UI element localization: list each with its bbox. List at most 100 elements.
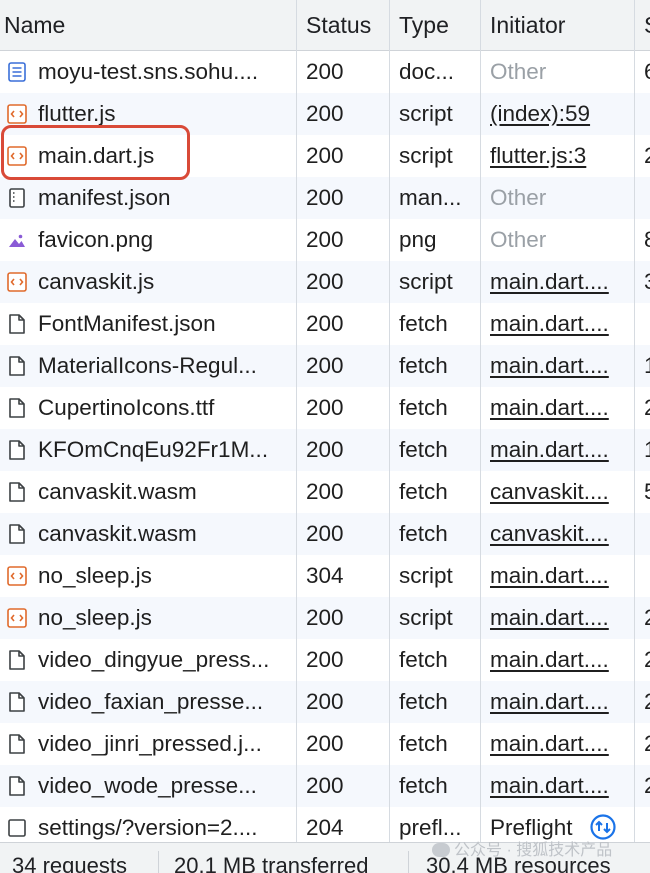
request-type: fetch	[399, 773, 448, 798]
request-name: manifest.json	[38, 185, 171, 210]
request-initiator[interactable]: main.dart....	[490, 681, 624, 723]
table-row[interactable]: video_wode_presse... 200 fetch main.dart...…	[0, 765, 650, 807]
table-row[interactable]: favicon.png 200 png Other 8	[0, 219, 650, 261]
request-status: 200	[306, 101, 344, 126]
highlight-box	[1, 125, 190, 180]
request-type: fetch	[399, 395, 448, 420]
request-size	[644, 177, 650, 219]
request-status: 200	[306, 59, 344, 84]
table-row[interactable]: moyu-test.sns.sohu.... 200 doc... Other 6	[0, 51, 650, 93]
column-divider[interactable]	[389, 0, 390, 842]
request-initiator[interactable]: main.dart....	[490, 261, 624, 303]
request-status: 200	[306, 311, 344, 336]
manifest-icon	[6, 187, 28, 209]
column-header-type[interactable]: Type	[399, 0, 479, 50]
file-icon	[6, 355, 28, 377]
request-status: 200	[306, 143, 344, 168]
wechat-icon	[432, 843, 450, 857]
script-icon	[6, 565, 28, 587]
request-size: 5	[644, 471, 650, 513]
request-initiator[interactable]: main.dart....	[490, 723, 624, 765]
request-name: CupertinoIcons.ttf	[38, 395, 215, 420]
request-initiator[interactable]: flutter.js:3	[490, 135, 624, 177]
request-initiator[interactable]: canvaskit....	[490, 513, 624, 555]
request-type: script	[399, 563, 453, 588]
request-type: fetch	[399, 521, 448, 546]
request-size: 8	[644, 219, 650, 261]
request-type: script	[399, 605, 453, 630]
request-name: favicon.png	[38, 227, 154, 252]
request-type: fetch	[399, 731, 448, 756]
file-icon	[6, 313, 28, 335]
column-header-status[interactable]: Status	[306, 0, 386, 50]
file-icon	[6, 481, 28, 503]
column-divider[interactable]	[480, 0, 481, 842]
table-row[interactable]: canvaskit.wasm 200 fetch canvaskit.... 5	[0, 471, 650, 513]
request-initiator[interactable]: main.dart....	[490, 597, 624, 639]
request-size	[644, 555, 650, 597]
column-header-initiator[interactable]: Initiator	[490, 0, 630, 50]
column-header-name[interactable]: Name	[4, 0, 284, 50]
request-status: 200	[306, 521, 344, 546]
request-name: moyu-test.sns.sohu....	[38, 59, 259, 84]
request-size	[644, 93, 650, 135]
table-row[interactable]: manifest.json 200 man... Other	[0, 177, 650, 219]
request-type: fetch	[399, 311, 448, 336]
request-size: 2	[644, 681, 650, 723]
table-row[interactable]: KFOmCnqEu92Fr1M... 200 fetch main.dart.... 1	[0, 429, 650, 471]
document-icon	[6, 61, 28, 83]
request-type: man...	[399, 185, 462, 210]
request-type: doc...	[399, 59, 455, 84]
request-size: 2	[644, 765, 650, 807]
request-name: no_sleep.js	[38, 605, 152, 630]
column-divider[interactable]	[634, 0, 635, 842]
request-status: 200	[306, 773, 344, 798]
table-header: Name Status Type Initiator S	[0, 0, 650, 51]
request-status: 304	[306, 563, 344, 588]
request-initiator[interactable]: main.dart....	[490, 555, 624, 597]
table-row[interactable]: FontManifest.json 200 fetch main.dart....	[0, 303, 650, 345]
table-row[interactable]: video_jinri_pressed.j... 200 fetch main.dar…	[0, 723, 650, 765]
request-size: 1	[644, 429, 650, 471]
file-icon	[6, 649, 28, 671]
request-initiator[interactable]: canvaskit....	[490, 471, 624, 513]
request-name: MaterialIcons-Regul...	[38, 353, 257, 378]
request-size: 3	[644, 261, 650, 303]
request-name: canvaskit.js	[38, 269, 155, 294]
column-divider[interactable]	[296, 0, 297, 842]
table-row[interactable]: MaterialIcons-Regul... 200 fetch main.dart.…	[0, 345, 650, 387]
file-icon	[6, 733, 28, 755]
table-row[interactable]: canvaskit.js 200 script main.dart.... 3	[0, 261, 650, 303]
table-row[interactable]: video_faxian_presse... 200 fetch main.dart.…	[0, 681, 650, 723]
request-initiator[interactable]: (index):59	[490, 93, 624, 135]
request-initiator[interactable]: main.dart....	[490, 765, 624, 807]
request-size: 6	[644, 51, 650, 93]
request-initiator[interactable]: main.dart....	[490, 387, 624, 429]
table-row[interactable]: CupertinoIcons.ttf 200 fetch main.dart.... 2	[0, 387, 650, 429]
request-type: script	[399, 101, 453, 126]
request-initiator[interactable]: main.dart....	[490, 303, 624, 345]
column-header-size[interactable]: S	[644, 0, 650, 50]
request-initiator: Other	[490, 185, 547, 210]
request-status: 200	[306, 689, 344, 714]
request-size: 2	[644, 597, 650, 639]
request-size: 2	[644, 639, 650, 681]
request-initiator[interactable]: main.dart....	[490, 429, 624, 471]
request-type: fetch	[399, 479, 448, 504]
request-initiator[interactable]: main.dart....	[490, 345, 624, 387]
table-row[interactable]: canvaskit.wasm 200 fetch canvaskit....	[0, 513, 650, 555]
request-initiator[interactable]: main.dart....	[490, 639, 624, 681]
request-name: KFOmCnqEu92Fr1M...	[38, 437, 269, 462]
request-type: script	[399, 143, 453, 168]
table-row[interactable]: video_dingyue_press... 200 fetch main.dart.…	[0, 639, 650, 681]
script-icon	[6, 271, 28, 293]
checkbox-icon	[6, 817, 28, 839]
script-icon	[6, 103, 28, 125]
request-size: 2	[644, 723, 650, 765]
table-row[interactable]: no_sleep.js 304 script main.dart....	[0, 555, 650, 597]
file-icon	[6, 691, 28, 713]
file-icon	[6, 397, 28, 419]
request-initiator: Other	[490, 227, 547, 252]
table-row[interactable]: no_sleep.js 200 script main.dart.... 2	[0, 597, 650, 639]
request-size: 1	[644, 345, 650, 387]
